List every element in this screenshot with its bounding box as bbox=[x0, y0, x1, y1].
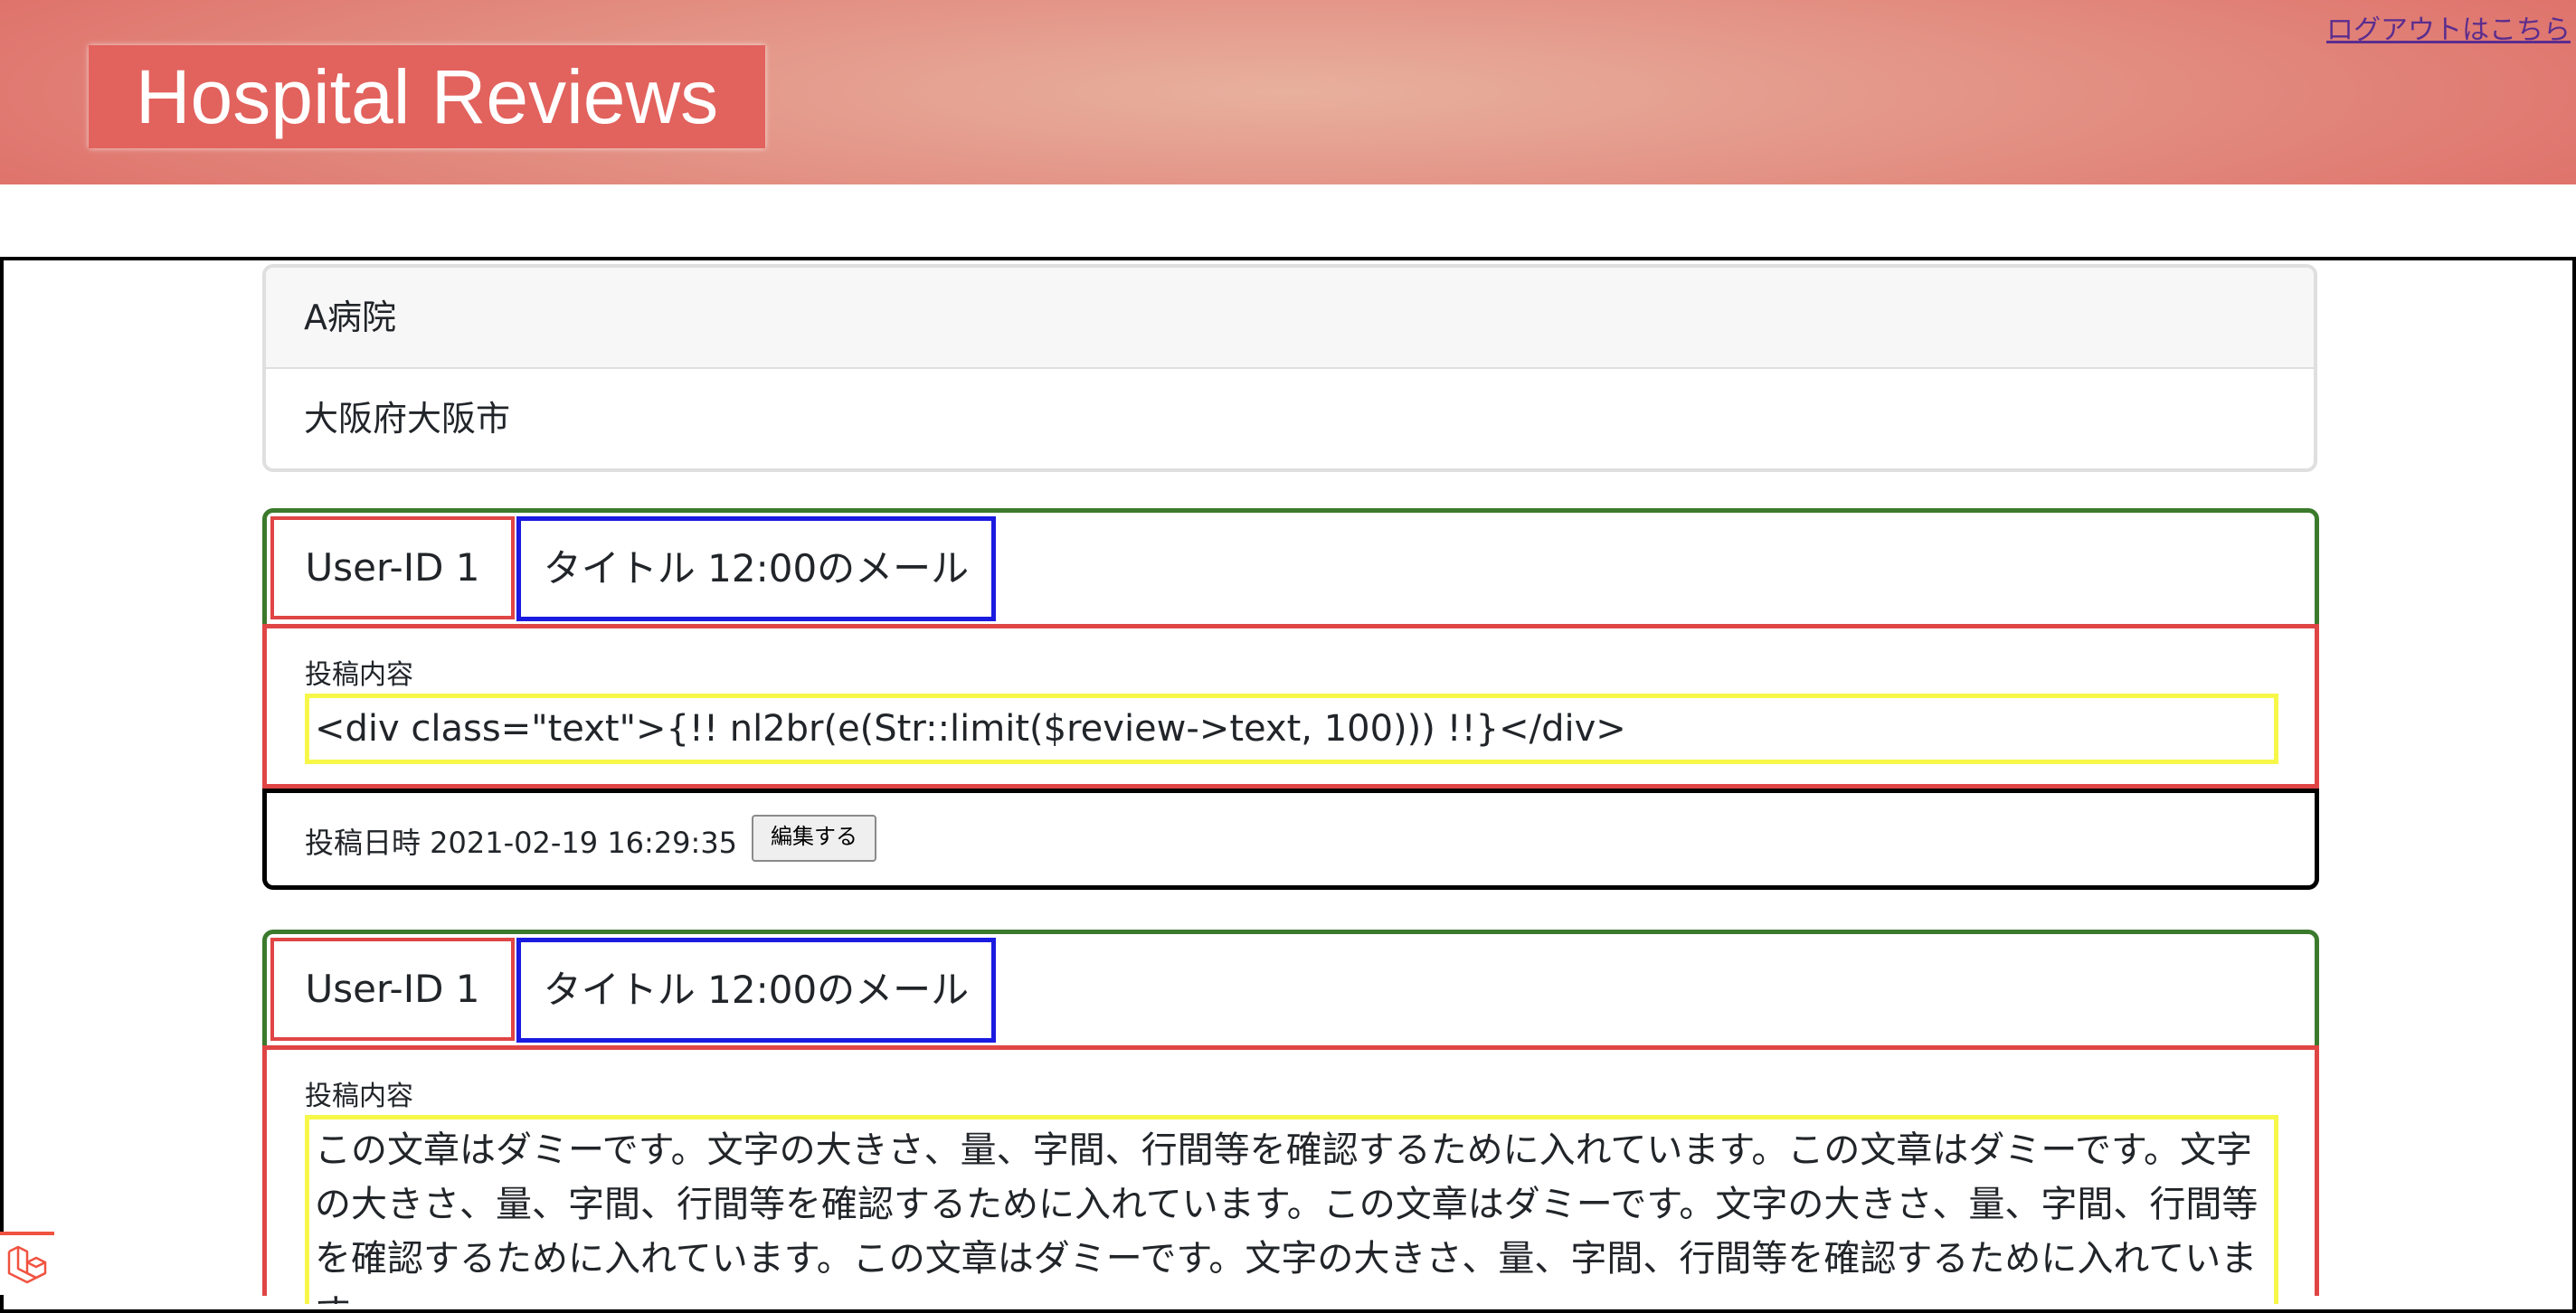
review-title: タイトル 12:00のメール bbox=[516, 938, 996, 1043]
review-posted-at: 投稿日時 2021-02-19 16:29:35 bbox=[305, 826, 738, 860]
review-user-id: User-ID 1 bbox=[270, 516, 515, 619]
review-header: User-ID 1 タイトル 12:00のメール bbox=[262, 508, 2319, 629]
review-title: タイトル 12:00のメール bbox=[516, 516, 996, 621]
laravel-logo-icon[interactable] bbox=[0, 1232, 54, 1295]
review-body-label: 投稿内容 bbox=[305, 1081, 413, 1112]
review-user-id: User-ID 1 bbox=[270, 938, 515, 1041]
edit-button[interactable]: 編集する bbox=[752, 815, 876, 862]
logout-link[interactable]: ログアウトはこちら bbox=[2326, 7, 2571, 47]
site-header: Hospital Reviews ログアウトはこちら bbox=[0, 0, 2576, 184]
hospital-name: A病院 bbox=[266, 268, 2314, 369]
review-body-text: <div class="text">{!! nl2br(e(Str::limit… bbox=[305, 694, 2278, 764]
review-body-text: この文章はダミーです。文字の大きさ、量、字間、行間等を確認するために入れています… bbox=[305, 1115, 2278, 1304]
review-body-label: 投稿内容 bbox=[305, 659, 413, 691]
hospital-address: 大阪府大阪市 bbox=[304, 399, 511, 439]
review-body: 投稿内容 この文章はダミーです。文字の大きさ、量、字間、行間等を確認するために入… bbox=[262, 1045, 2319, 1304]
review-header: User-ID 1 タイトル 12:00のメール bbox=[262, 930, 2319, 1051]
site-title[interactable]: Hospital Reviews bbox=[89, 45, 765, 148]
review-body: 投稿内容 <div class="text">{!! nl2br(e(Str::… bbox=[262, 624, 2319, 789]
hospital-card: A病院 大阪府大阪市 bbox=[262, 264, 2317, 472]
review-footer: 投稿日時 2021-02-19 16:29:35 編集する bbox=[262, 789, 2319, 890]
